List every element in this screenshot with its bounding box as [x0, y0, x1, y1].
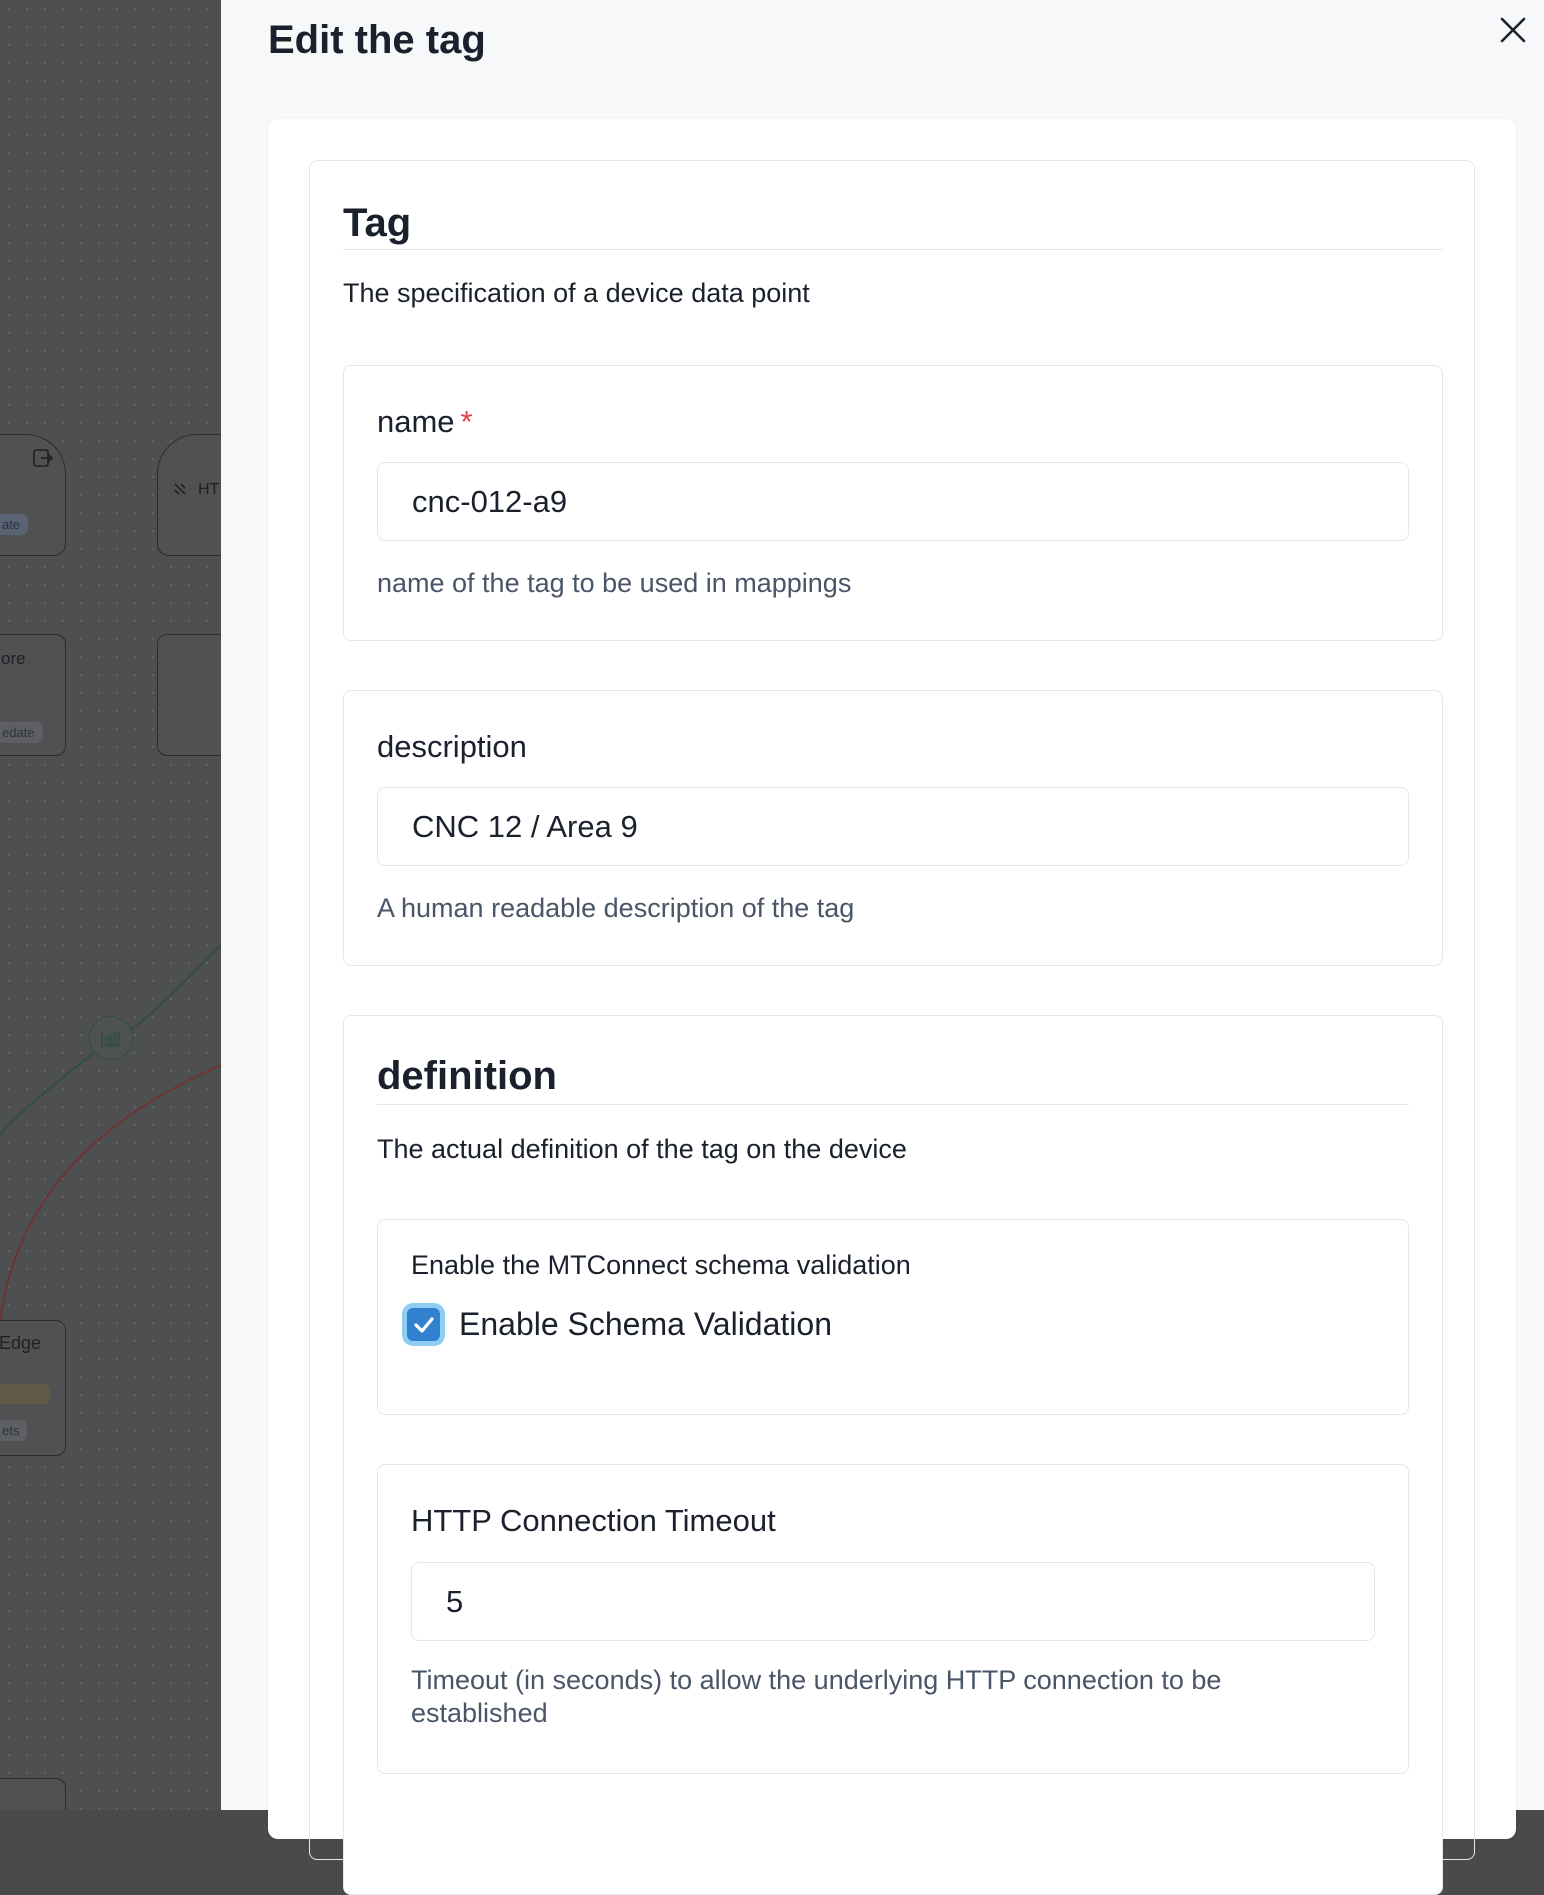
timeout-input[interactable]: [411, 1562, 1375, 1641]
node-label: HT: [198, 481, 220, 498]
section-heading-definition: definition: [377, 1054, 557, 1098]
divider: [377, 1104, 1409, 1105]
checkmark-icon: [413, 1316, 434, 1333]
export-icon: [33, 449, 54, 472]
schema-validation-group: Enable the MTConnect schema validation E…: [377, 1219, 1409, 1415]
node-badge: ets: [0, 1420, 28, 1441]
name-field-group: name* name of the tag to be used in mapp…: [343, 365, 1443, 641]
name-helper-text: name of the tag to be used in mappings: [377, 568, 852, 598]
edges-layer: [0, 944, 221, 1321]
tag-fieldset: Tag The specification of a device data p…: [309, 160, 1475, 1895]
description-label: description: [377, 729, 527, 764]
schema-validation-checkbox[interactable]: [407, 1308, 440, 1341]
drawer-title: Edit the tag: [268, 18, 486, 62]
form-card: Tag The specification of a device data p…: [268, 119, 1516, 1895]
flow-node-http[interactable]: HT: [157, 434, 221, 556]
name-input[interactable]: [377, 462, 1409, 541]
timeout-label: HTTP Connection Timeout: [411, 1503, 776, 1538]
schema-validation-checkbox-label[interactable]: Enable Schema Validation: [459, 1306, 832, 1343]
description-field-group: description A human readable description…: [343, 690, 1443, 966]
name-label-text: name: [377, 404, 455, 439]
description-input[interactable]: [377, 787, 1409, 866]
node-badge: [0, 1384, 50, 1404]
section-description: The specification of a device data point: [343, 278, 810, 308]
flow-node[interactable]: [0, 1778, 66, 1810]
timeout-helper-text: Timeout (in seconds) to allow the underl…: [411, 1665, 1222, 1728]
required-indicator: *: [460, 404, 473, 439]
definition-description: The actual definition of the tag on the …: [377, 1134, 907, 1164]
node-badge: edate: [0, 722, 43, 743]
node-badge: ate: [0, 514, 29, 535]
node-label: Edge: [0, 1333, 42, 1353]
flow-canvas: ate HT ore edate Edge ets: [0, 0, 221, 1810]
edit-tag-drawer: Edit the tag Tag The specification of a …: [221, 0, 1544, 1895]
bar-chart-icon[interactable]: [89, 1016, 133, 1060]
divider: [343, 249, 1443, 250]
close-icon[interactable]: [1499, 16, 1527, 44]
timeout-field-group: HTTP Connection Timeout Timeout (in seco…: [377, 1464, 1409, 1774]
flow-node[interactable]: [157, 634, 221, 756]
plug-icon: [172, 481, 188, 502]
name-label: name *: [377, 404, 473, 440]
description-helper-text: A human readable description of the tag: [377, 893, 855, 923]
flow-node[interactable]: [0, 434, 66, 556]
schema-validation-label: Enable the MTConnect schema validation: [411, 1250, 911, 1280]
close-button[interactable]: [1493, 10, 1533, 50]
section-heading-tag: Tag: [343, 201, 412, 245]
node-label: ore: [1, 649, 26, 668]
definition-fieldset: definition The actual definition of the …: [343, 1015, 1443, 1895]
